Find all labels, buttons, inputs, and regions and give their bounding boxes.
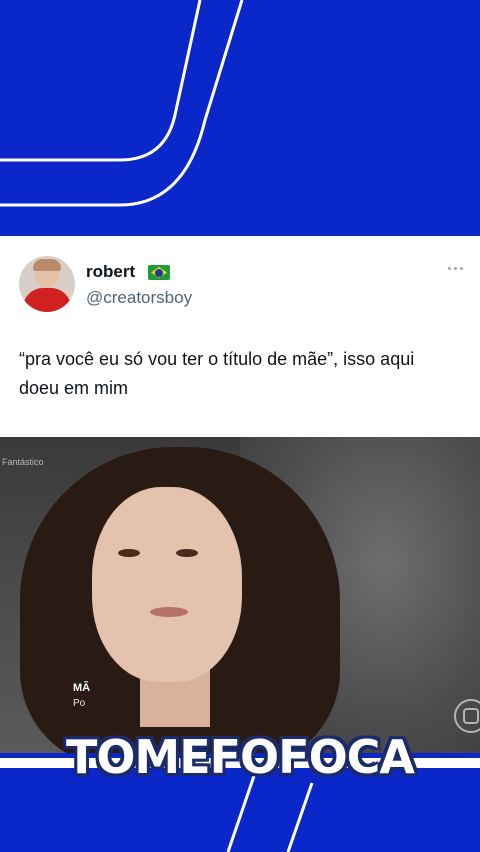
- brand-caption: TOMEFOFOCA: [65, 730, 415, 784]
- tv-network-logo-icon: [454, 699, 480, 733]
- video-still[interactable]: Fantástico MÃ Po: [0, 437, 480, 753]
- more-options-icon[interactable]: [448, 264, 468, 272]
- lower-third-subtitle: Po: [73, 698, 86, 709]
- display-name[interactable]: robert: [86, 262, 135, 282]
- top-brand-background: [0, 0, 480, 236]
- tweet-card[interactable]: robert @creatorsboy “pra você eu só vou …: [0, 236, 480, 437]
- lower-third-title: MÃ: [73, 682, 91, 694]
- channel-label: Fantástico: [2, 457, 44, 467]
- tweet-text: “pra você eu só vou ter o título de mãe”…: [19, 349, 415, 398]
- user-handle[interactable]: @creatorsboy: [86, 288, 192, 308]
- decorative-lines: [0, 0, 244, 207]
- avatar[interactable]: [19, 256, 75, 312]
- brazil-flag-icon: [148, 265, 170, 280]
